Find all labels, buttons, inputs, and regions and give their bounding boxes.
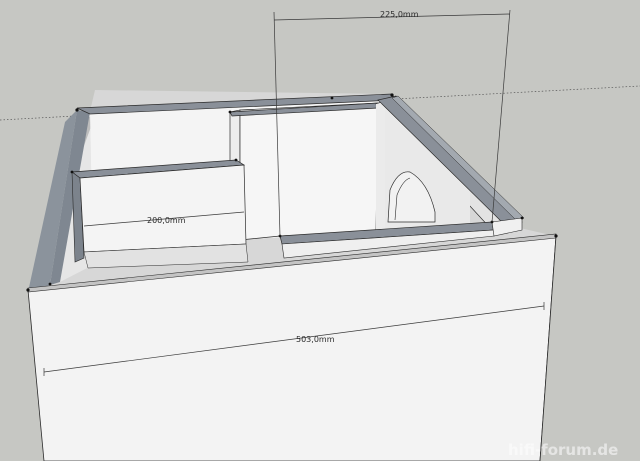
shelf-face — [79, 164, 247, 253]
dimension-shelf-label: 200,0mm — [147, 216, 186, 225]
dimension-top-label: 225,0mm — [380, 10, 419, 19]
divider-panel-face — [239, 102, 379, 241]
watermark: hifi-forum.de — [508, 441, 618, 459]
dimension-front-label: 503,0mm — [296, 335, 335, 344]
sketchup-viewport[interactable]: 225,0mm 200,0mm 503,0mm hifi-forum.de — [0, 0, 640, 461]
right-wall-face — [376, 102, 385, 232]
